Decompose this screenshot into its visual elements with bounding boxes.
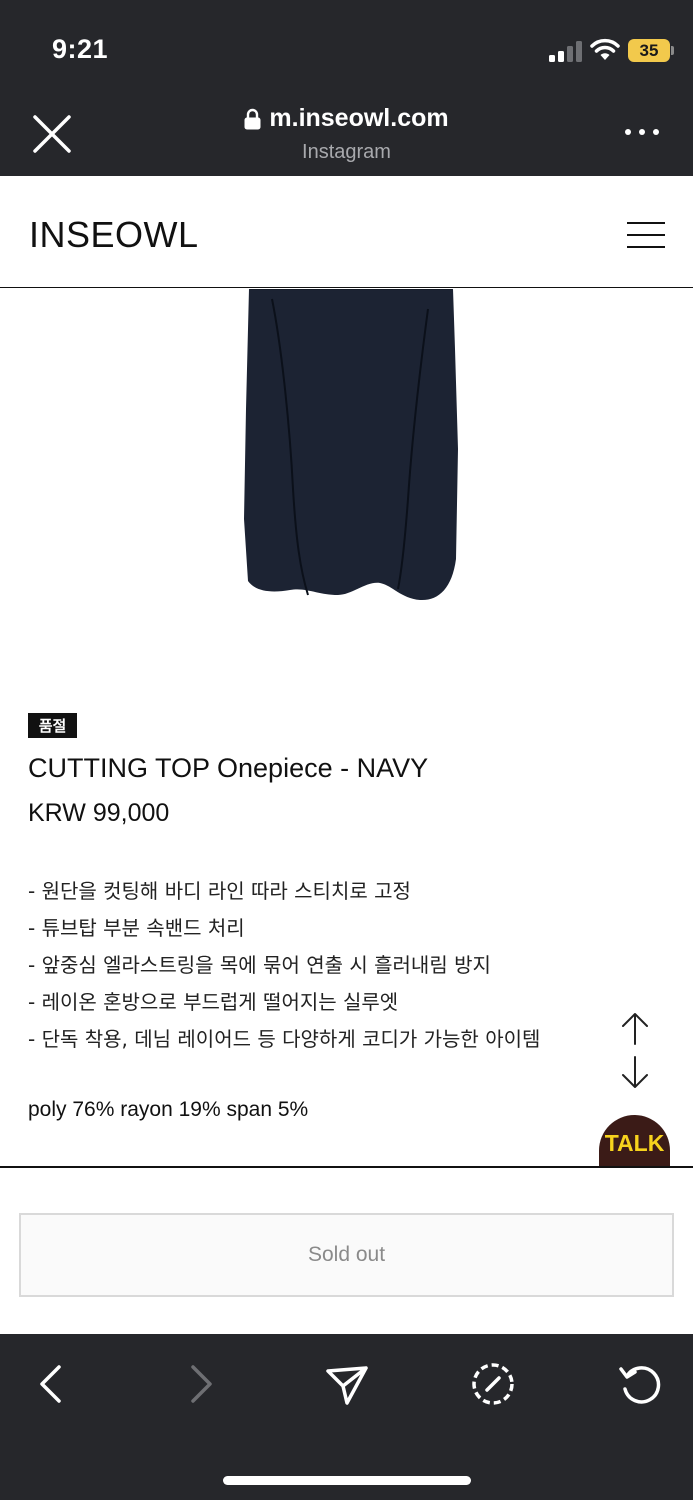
sold-out-button[interactable]: Sold out	[19, 1213, 674, 1297]
share-icon[interactable]	[324, 1361, 370, 1407]
page: 9:21 35 m.inseowl.com Instagram INSEOWL …	[0, 0, 693, 1500]
kakao-talk-button[interactable]: TALK	[599, 1115, 670, 1167]
hamburger-menu-icon[interactable]	[627, 222, 665, 248]
description-line: - 앞중심 엘라스트링을 목에 묶어 연출 시 흘러내림 방지	[28, 953, 491, 977]
product-material: poly 76% rayon 19% span 5%	[28, 1098, 309, 1121]
site-header: INSEOWL	[0, 176, 693, 288]
description-line: - 레이온 혼방으로 부드럽게 떨어지는 실루엣	[28, 990, 399, 1014]
product-description: - 원단을 컷팅해 바디 라인 따라 스티치로 고정 - 튜브탑 부분 속밴드 …	[28, 873, 608, 1058]
more-icon[interactable]	[622, 128, 662, 138]
product-image	[244, 289, 458, 601]
description-line: - 단독 착용, 데님 레이어드 등 다양하게 코디가 가능한 아이템	[28, 1027, 541, 1051]
battery-indicator: 35	[628, 39, 670, 62]
source-app-label: Instagram	[302, 141, 391, 163]
safari-compass-icon[interactable]	[470, 1361, 516, 1407]
url-text: m.inseowl.com	[269, 104, 449, 132]
wifi-icon	[590, 38, 620, 60]
battery-nub	[671, 46, 674, 55]
sold-out-badge: 품절	[28, 713, 77, 738]
home-indicator	[223, 1476, 471, 1485]
scroll-up-arrow-icon[interactable]	[619, 1012, 651, 1046]
address-bar[interactable]: m.inseowl.com Instagram	[150, 104, 543, 164]
browser-top-bar: 9:21 35 m.inseowl.com Instagram	[0, 0, 693, 176]
forward-icon[interactable]	[177, 1361, 223, 1407]
url-line: m.inseowl.com	[150, 104, 543, 133]
site-logo[interactable]: INSEOWL	[29, 214, 199, 256]
reload-icon[interactable]	[617, 1361, 663, 1407]
status-time: 9:21	[52, 34, 109, 64]
purchase-area: Sold out	[0, 1168, 693, 1334]
close-icon[interactable]	[30, 112, 74, 156]
product-price: KRW 99,000	[28, 799, 170, 827]
back-icon[interactable]	[29, 1361, 75, 1407]
description-line: - 원단을 컷팅해 바디 라인 따라 스티치로 고정	[28, 879, 411, 903]
browser-bottom-toolbar	[0, 1334, 693, 1500]
description-line: - 튜브탑 부분 속밴드 처리	[28, 916, 245, 940]
scroll-down-arrow-icon[interactable]	[619, 1055, 651, 1089]
cellular-signal-icon	[549, 41, 582, 62]
lock-icon	[244, 108, 261, 129]
product-title: CUTTING TOP Onepiece - NAVY	[28, 753, 429, 783]
